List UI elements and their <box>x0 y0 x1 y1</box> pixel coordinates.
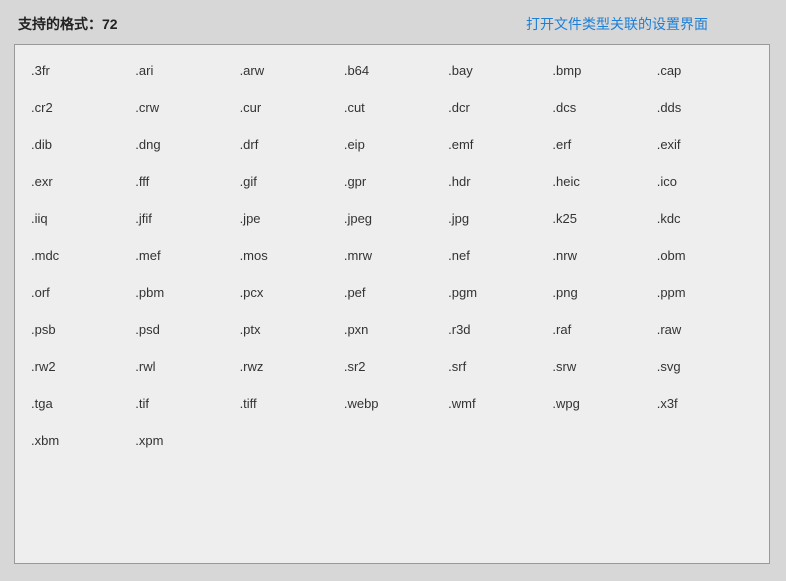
format-item: .orf <box>31 285 127 300</box>
format-item: .ari <box>135 63 231 78</box>
format-item: .mef <box>135 248 231 263</box>
format-item: .3fr <box>31 63 127 78</box>
header: 支持的格式：72 打开文件类型关联的设置界面 <box>14 14 772 34</box>
format-item: .mrw <box>344 248 440 263</box>
format-item: .mos <box>240 248 336 263</box>
format-item: .pgm <box>448 285 544 300</box>
format-item: .cur <box>240 100 336 115</box>
format-item: .iiq <box>31 211 127 226</box>
format-item: .dng <box>135 137 231 152</box>
format-item: .fff <box>135 174 231 189</box>
format-item: .tiff <box>240 396 336 411</box>
format-item: .cr2 <box>31 100 127 115</box>
format-item: .cut <box>344 100 440 115</box>
format-item: .wpg <box>552 396 648 411</box>
format-item: .pef <box>344 285 440 300</box>
format-item: .cap <box>657 63 753 78</box>
format-item: .jpe <box>240 211 336 226</box>
format-item: .psd <box>135 322 231 337</box>
format-item: .ico <box>657 174 753 189</box>
format-item: .pbm <box>135 285 231 300</box>
format-item: .emf <box>448 137 544 152</box>
format-item: .bay <box>448 63 544 78</box>
format-item: .rwl <box>135 359 231 374</box>
format-item: .ptx <box>240 322 336 337</box>
format-item: .raw <box>657 322 753 337</box>
format-item: .r3d <box>448 322 544 337</box>
format-item: .rwz <box>240 359 336 374</box>
format-item: .drf <box>240 137 336 152</box>
format-item: .xpm <box>135 433 231 448</box>
format-item: .dds <box>657 100 753 115</box>
format-item: .hdr <box>448 174 544 189</box>
format-item: .k25 <box>552 211 648 226</box>
format-item: .nef <box>448 248 544 263</box>
formats-grid: .3fr .ari .arw .b64 .bay .bmp .cap .cr2 .crw .cur… <box>31 63 753 448</box>
format-item: .erf <box>552 137 648 152</box>
format-item: .nrw <box>552 248 648 263</box>
format-item: .xbm <box>31 433 127 448</box>
format-item: .heic <box>552 174 648 189</box>
format-item: .obm <box>657 248 753 263</box>
format-item: .srw <box>552 359 648 374</box>
open-file-association-settings-link[interactable]: 打开文件类型关联的设置界面 <box>526 14 708 34</box>
format-item: .exr <box>31 174 127 189</box>
format-count: 72 <box>102 16 118 32</box>
format-item: .x3f <box>657 396 753 411</box>
supported-formats-label: 支持的格式：72 <box>18 14 118 34</box>
format-item: .jfif <box>135 211 231 226</box>
format-item: .crw <box>135 100 231 115</box>
format-item: .dib <box>31 137 127 152</box>
format-item: .srf <box>448 359 544 374</box>
format-item: .mdc <box>31 248 127 263</box>
format-item: .dcs <box>552 100 648 115</box>
format-item: .webp <box>344 396 440 411</box>
format-item: .jpeg <box>344 211 440 226</box>
format-item: .arw <box>240 63 336 78</box>
format-item: .svg <box>657 359 753 374</box>
format-item: .wmf <box>448 396 544 411</box>
format-item: .tga <box>31 396 127 411</box>
format-item: .bmp <box>552 63 648 78</box>
format-item: .png <box>552 285 648 300</box>
format-item: .gpr <box>344 174 440 189</box>
format-item: .dcr <box>448 100 544 115</box>
format-item: .tif <box>135 396 231 411</box>
format-item: .raf <box>552 322 648 337</box>
format-item: .pxn <box>344 322 440 337</box>
format-item: .pcx <box>240 285 336 300</box>
format-item: .gif <box>240 174 336 189</box>
format-item: .psb <box>31 322 127 337</box>
format-item: .b64 <box>344 63 440 78</box>
format-item: .rw2 <box>31 359 127 374</box>
label-prefix: 支持的格式： <box>18 16 102 32</box>
format-item: .sr2 <box>344 359 440 374</box>
format-item: .eip <box>344 137 440 152</box>
format-item: .ppm <box>657 285 753 300</box>
format-item: .kdc <box>657 211 753 226</box>
format-item: .exif <box>657 137 753 152</box>
formats-panel: .3fr .ari .arw .b64 .bay .bmp .cap .cr2 .crw .cur… <box>14 44 770 564</box>
format-item: .jpg <box>448 211 544 226</box>
